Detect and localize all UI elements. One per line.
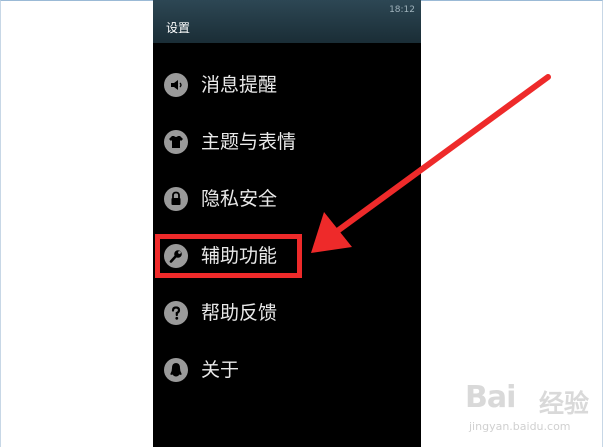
- menu-item-help[interactable]: 帮助反馈: [153, 291, 421, 335]
- menu-item-label: 关于: [201, 359, 240, 381]
- question-icon: [164, 301, 188, 325]
- penguin-icon: [164, 358, 188, 382]
- menu-item-label: 主题与表情: [201, 131, 297, 153]
- watermark-url: jingyan.baidu.com: [469, 420, 571, 433]
- menu-item-label: 帮助反馈: [201, 302, 278, 324]
- menu-item-label: 消息提醒: [201, 74, 278, 96]
- phone-screen: 18:12 设置 消息提醒 主题与表情 隐私安全 辅助功能 帮助反馈 关于: [153, 0, 421, 447]
- menu-item-privacy[interactable]: 隐私安全: [153, 177, 421, 221]
- app-header: 18:12 设置: [153, 0, 421, 43]
- menu-item-notifications[interactable]: 消息提醒: [153, 63, 421, 107]
- highlight-box: [155, 234, 302, 278]
- menu-item-label: 隐私安全: [201, 188, 278, 210]
- menu-item-about[interactable]: 关于: [153, 348, 421, 392]
- lock-icon: [164, 187, 188, 211]
- watermark-logo-tail: 经验: [539, 389, 590, 418]
- watermark-logo: Bai: [465, 380, 516, 415]
- page-title: 设置: [166, 21, 191, 35]
- menu-item-theme[interactable]: 主题与表情: [153, 120, 421, 164]
- shirt-icon: [164, 130, 188, 154]
- speaker-icon: [164, 73, 188, 97]
- baidu-watermark: Bai 经验 jingyan.baidu.com: [465, 380, 595, 440]
- status-time: 18:12: [389, 5, 415, 15]
